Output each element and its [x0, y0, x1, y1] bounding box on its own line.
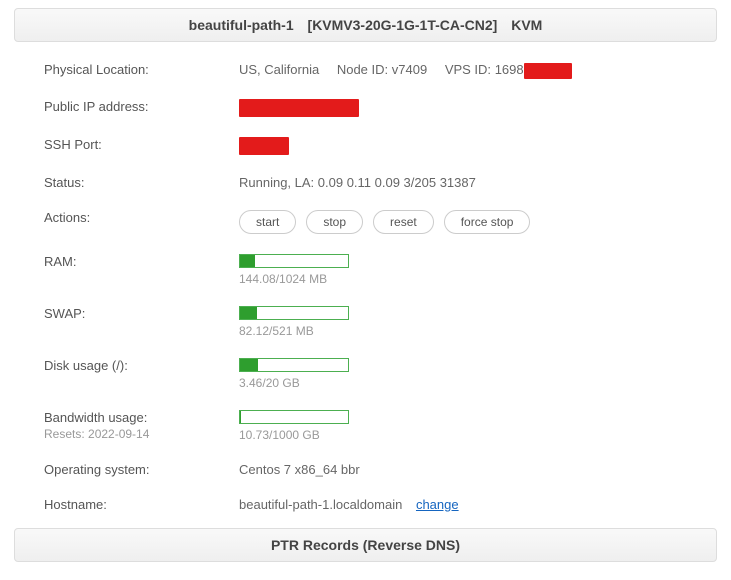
physical-location-label: Physical Location:	[44, 62, 239, 77]
ram-label: RAM:	[44, 254, 239, 269]
public-ip-redacted	[239, 99, 359, 117]
swap-usage-text: 82.12/521 MB	[239, 324, 717, 338]
disk-label: Disk usage (/):	[44, 358, 239, 373]
swap-progress	[239, 306, 349, 320]
ram-progress-fill	[240, 255, 255, 267]
node-id-label: Node ID:	[337, 62, 388, 77]
row-ram: RAM: 144.08/1024 MB	[14, 244, 717, 296]
row-bandwidth: Bandwidth usage: Resets: 2022-09-14 10.7…	[14, 400, 717, 452]
reset-button[interactable]: reset	[373, 210, 434, 234]
ram-progress	[239, 254, 349, 268]
os-value: Centos 7 x86_64 bbr	[239, 462, 717, 477]
vps-plan: [KVMV3-20G-1G-1T-CA-CN2]	[308, 17, 498, 33]
ptr-records-header: PTR Records (Reverse DNS)	[14, 528, 717, 562]
status-value: Running, LA: 0.09 0.11 0.09 3/205 31387	[239, 175, 717, 190]
vps-id-value: 1698	[495, 62, 524, 77]
swap-progress-fill	[240, 307, 257, 319]
physical-location-value: US, California	[239, 62, 319, 77]
row-disk: Disk usage (/): 3.46/20 GB	[14, 348, 717, 400]
row-ssh-port: SSH Port:	[14, 127, 717, 165]
row-hostname: Hostname: beautiful-path-1.localdomain c…	[14, 487, 717, 522]
public-ip-label: Public IP address:	[44, 99, 239, 114]
bandwidth-progress	[239, 410, 349, 424]
vps-name: beautiful-path-1	[189, 17, 294, 33]
vps-virt-type: KVM	[511, 17, 542, 33]
ssh-port-redacted	[239, 137, 289, 155]
row-status: Status: Running, LA: 0.09 0.11 0.09 3/20…	[14, 165, 717, 200]
bandwidth-usage-text: 10.73/1000 GB	[239, 428, 717, 442]
ssh-port-label: SSH Port:	[44, 137, 239, 152]
vps-id-redacted	[524, 63, 572, 79]
swap-label: SWAP:	[44, 306, 239, 321]
ram-usage-text: 144.08/1024 MB	[239, 272, 717, 286]
row-physical-location: Physical Location: US, California Node I…	[14, 52, 717, 89]
node-id-value: v7409	[392, 62, 427, 77]
bandwidth-progress-fill	[240, 411, 241, 423]
vps-id-label: VPS ID:	[445, 62, 491, 77]
os-label: Operating system:	[44, 462, 239, 477]
status-label: Status:	[44, 175, 239, 190]
stop-button[interactable]: stop	[306, 210, 363, 234]
bandwidth-reset-label: Resets: 2022-09-14	[44, 427, 239, 441]
row-public-ip: Public IP address:	[14, 89, 717, 127]
disk-usage-text: 3.46/20 GB	[239, 376, 717, 390]
row-swap: SWAP: 82.12/521 MB	[14, 296, 717, 348]
hostname-label: Hostname:	[44, 497, 239, 512]
actions-label: Actions:	[44, 210, 239, 225]
vps-title-bar: beautiful-path-1 [KVMV3-20G-1G-1T-CA-CN2…	[14, 8, 717, 42]
disk-progress-fill	[240, 359, 258, 371]
start-button[interactable]: start	[239, 210, 296, 234]
row-os: Operating system: Centos 7 x86_64 bbr	[14, 452, 717, 487]
row-actions: Actions: start stop reset force stop	[14, 200, 717, 244]
force-stop-button[interactable]: force stop	[444, 210, 531, 234]
hostname-change-link[interactable]: change	[416, 497, 459, 512]
hostname-value: beautiful-path-1.localdomain	[239, 497, 402, 512]
bandwidth-label: Bandwidth usage:	[44, 410, 239, 425]
disk-progress	[239, 358, 349, 372]
